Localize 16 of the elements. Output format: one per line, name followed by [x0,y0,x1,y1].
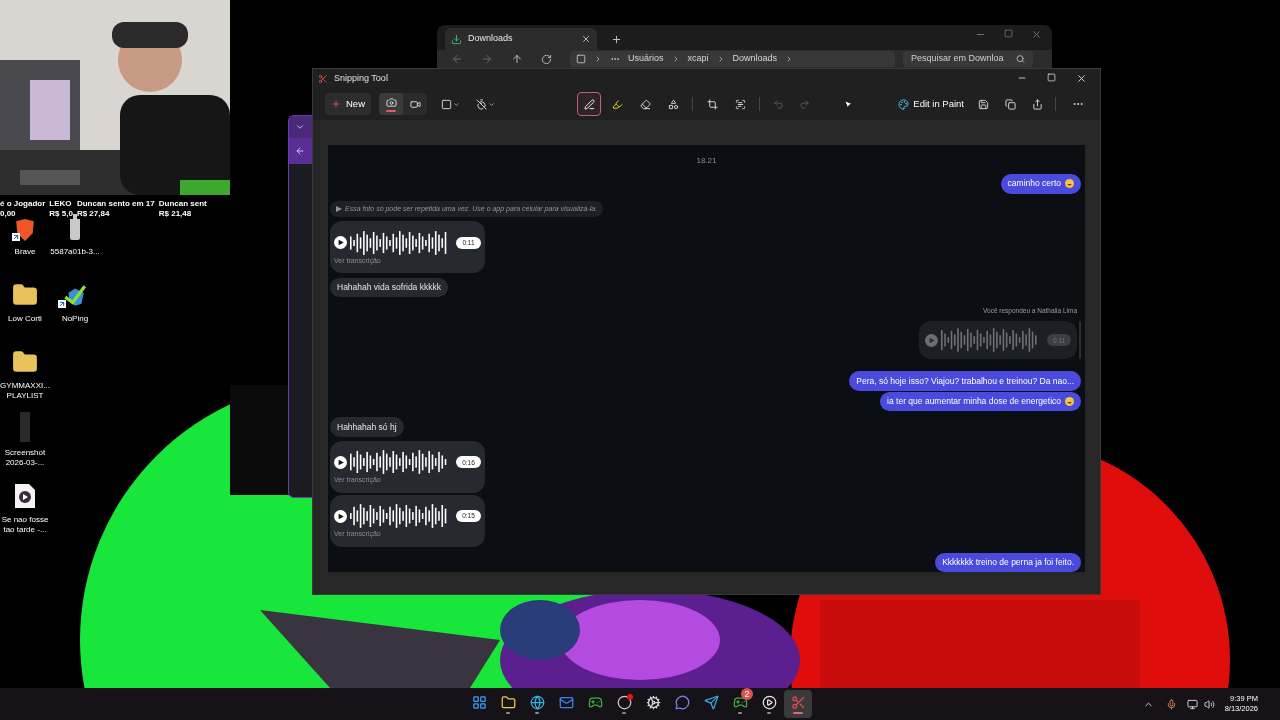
gamepad-icon [587,694,603,710]
taskbar-button[interactable]: 2 [726,690,754,718]
notification-count: 2 [741,688,753,700]
globe-icon [529,694,545,710]
volume-icon[interactable] [1203,698,1215,710]
mail-icon [558,694,574,710]
scissors-icon [790,694,806,710]
circle-icon [616,694,632,710]
chat-bubble-icon [674,694,690,710]
grid-icon [471,694,487,710]
play-circle-icon [761,694,777,710]
folder-icon [500,694,516,710]
microphone-icon[interactable] [1165,698,1177,710]
network-icon[interactable] [1186,698,1198,710]
gear-icon [645,694,661,710]
paper-plane-icon [703,694,719,710]
